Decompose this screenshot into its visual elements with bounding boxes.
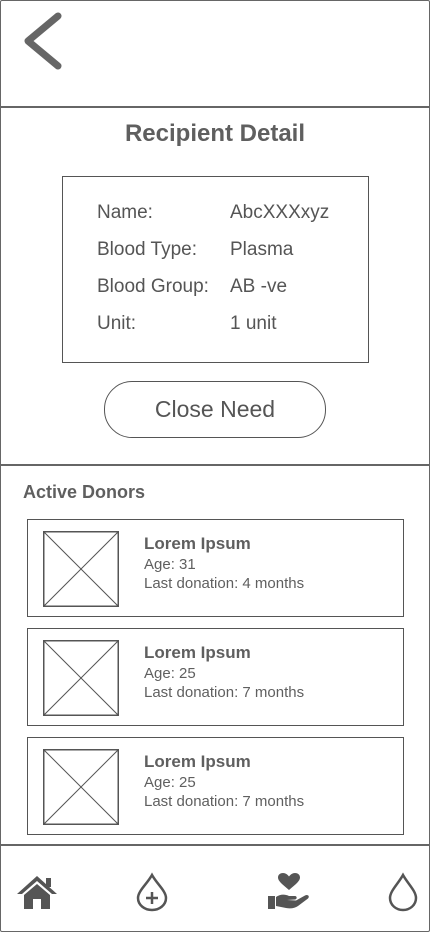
add-drop-icon [136,872,168,912]
donor-name: Lorem Ipsum [144,752,251,771]
page-title: Recipient Detail [124,120,306,147]
donor-card[interactable]: Lorem Ipsum Age: 25 Last donation: 7 mon… [27,628,404,726]
donor-last-donation: Last donation: 7 months [144,793,305,810]
donor-age: Age: 25 [144,665,196,682]
donor-last-donation: Last donation: 4 months [144,575,305,592]
nav-home[interactable] [14,870,60,914]
header [0,0,430,108]
image-placeholder-icon [43,531,119,607]
name-label: Name: [97,202,153,223]
recipient-info-box: Name: AbcXXXxyz Blood Type: Plasma Blood… [62,176,369,363]
donor-name: Lorem Ipsum [144,643,251,662]
image-placeholder-icon [43,640,119,716]
image-placeholder-icon [43,749,119,825]
heart-hand-icon [268,873,309,909]
blood-type-label: Blood Type: [97,239,198,260]
donor-card[interactable]: Lorem Ipsum Age: 25 Last donation: 7 mon… [27,737,404,835]
section-heading: Active Donors [23,482,146,502]
donor-last-donation: Last donation: 7 months [144,684,305,701]
unit-label: Unit: [97,313,137,334]
blood-group-value: AB -ve [230,276,288,297]
active-donors-section: Active Donors Lorem Ipsum Age: 31 Last d… [0,466,430,846]
donor-card[interactable]: Lorem Ipsum Age: 31 Last donation: 4 mon… [27,519,404,617]
donor-name: Lorem Ipsum [144,534,251,553]
nav-blood-drop[interactable] [380,870,426,914]
blood-group-label: Blood Group: [97,276,209,297]
bottom-nav [0,846,430,932]
nav-add-request[interactable] [129,870,175,914]
unit-value: 1 unit [230,313,277,334]
close-need-button[interactable]: Close Need [104,381,326,438]
recipient-detail-section: Recipient Detail Name: AbcXXXxyz Blood T… [0,108,430,466]
donor-age: Age: 25 [144,774,196,791]
drop-icon [388,872,418,912]
back-button[interactable] [20,12,66,70]
name-value: AbcXXXxyz [230,202,330,223]
donor-age: Age: 31 [144,556,196,573]
home-icon [17,876,57,909]
chevron-left-icon [24,12,62,70]
blood-type-value: Plasma [230,239,294,260]
nav-donate[interactable] [266,870,312,914]
